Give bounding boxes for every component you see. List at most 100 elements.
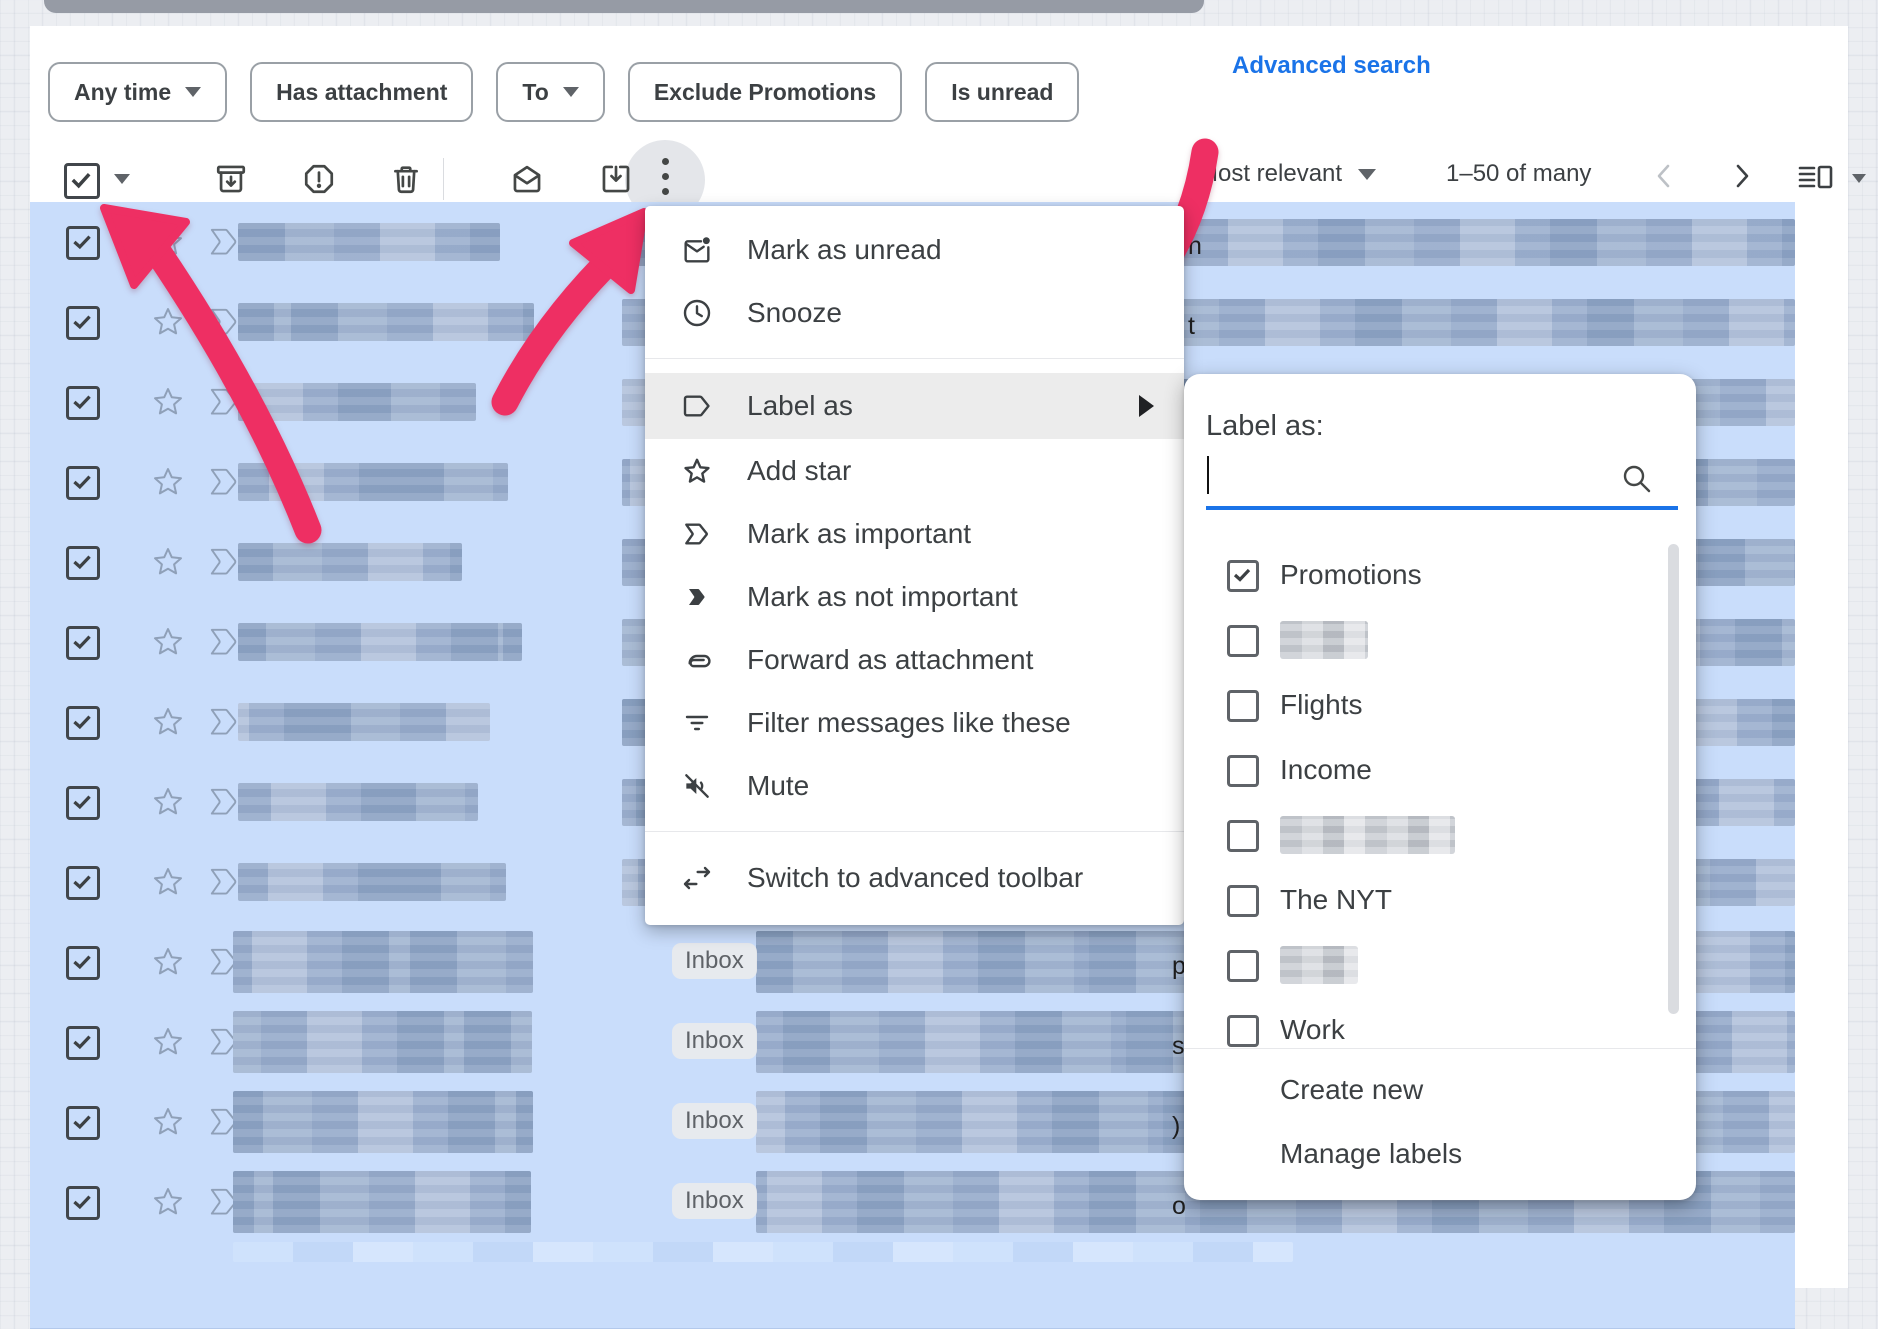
star-icon[interactable] — [148, 782, 188, 822]
more-options-button[interactable] — [661, 158, 669, 202]
menu-item-mark-as-unread[interactable]: Mark as unread — [645, 218, 1184, 281]
menu-item-mark-as-not-important[interactable]: Mark as not important — [645, 565, 1184, 628]
blurred-sender-text — [238, 703, 490, 741]
email-row-checkbox[interactable] — [66, 946, 100, 980]
menu-item-switch-to-advanced-toolbar[interactable]: Switch to advanced toolbar — [645, 846, 1184, 909]
label-option-work[interactable]: Work — [1184, 999, 1696, 1048]
menu-item-forward-as-attachment[interactable]: Forward as attachment — [645, 628, 1184, 691]
star-icon[interactable] — [148, 382, 188, 422]
menu-item-snooze[interactable]: Snooze — [645, 281, 1184, 344]
filter-chip-is-unread[interactable]: Is unread — [925, 62, 1079, 122]
label-checkbox[interactable] — [1227, 560, 1259, 592]
mark-as-read-icon[interactable] — [510, 162, 544, 196]
label-option-blurred[interactable] — [1184, 934, 1696, 999]
email-row-checkbox[interactable] — [66, 1026, 100, 1060]
select-all-dropdown-icon[interactable] — [114, 174, 130, 184]
toolbar-divider — [443, 158, 444, 200]
label-option-flights[interactable]: Flights — [1184, 674, 1696, 739]
unblurred-text-fragment: n — [1188, 232, 1202, 261]
star-icon[interactable] — [148, 1102, 188, 1142]
label-checkbox[interactable] — [1227, 755, 1259, 787]
delete-icon[interactable] — [389, 162, 423, 196]
star-icon — [681, 455, 713, 487]
older-page-button[interactable] — [1724, 158, 1760, 194]
label-list: Promotions Flights Income The NYT Work — [1184, 542, 1696, 1048]
email-row-checkbox[interactable] — [66, 466, 100, 500]
split-pane-dropdown-icon[interactable] — [1852, 174, 1866, 183]
filter-chip-label: Has attachment — [276, 79, 447, 106]
label-checkbox[interactable] — [1227, 1015, 1259, 1047]
star-icon[interactable] — [148, 942, 188, 982]
filter-chip-any-time[interactable]: Any time — [48, 62, 227, 122]
email-row-checkbox[interactable] — [66, 866, 100, 900]
star-icon[interactable] — [148, 622, 188, 662]
label-name: Income — [1280, 754, 1372, 786]
menu-item-label: Snooze — [747, 297, 842, 329]
label-option-promotions[interactable]: Promotions — [1184, 544, 1696, 609]
label-checkbox[interactable] — [1227, 690, 1259, 722]
star-icon[interactable] — [148, 462, 188, 502]
menu-divider — [645, 831, 1184, 832]
menu-item-mark-as-important[interactable]: Mark as important — [645, 502, 1184, 565]
label-list-scrollbar[interactable] — [1668, 544, 1679, 1014]
filter-chip-has-attachment[interactable]: Has attachment — [250, 62, 473, 122]
email-row[interactable] — [30, 1242, 1795, 1329]
star-icon[interactable] — [148, 542, 188, 582]
menu-item-label: Mark as not important — [747, 581, 1018, 613]
blurred-sender-text — [238, 383, 476, 421]
filter-chip-exclude-promotions[interactable]: Exclude Promotions — [628, 62, 902, 122]
label-option-blurred[interactable] — [1184, 804, 1696, 869]
label-name: Flights — [1280, 689, 1362, 721]
label-checkbox[interactable] — [1227, 820, 1259, 852]
star-icon[interactable] — [148, 702, 188, 742]
email-row-checkbox[interactable] — [66, 306, 100, 340]
email-row-checkbox[interactable] — [66, 786, 100, 820]
select-all-checkbox[interactable] — [64, 163, 100, 199]
split-pane-toggle[interactable] — [1796, 160, 1836, 196]
email-row-checkbox[interactable] — [66, 546, 100, 580]
menu-item-mute[interactable]: Mute — [645, 754, 1184, 817]
label-search-input[interactable] — [1206, 450, 1678, 510]
menu-item-filter-messages-like-these[interactable]: Filter messages like these — [645, 691, 1184, 754]
unblurred-text-fragment: t — [1188, 312, 1195, 341]
panel-footer-create-new[interactable]: Create new — [1280, 1074, 1423, 1106]
star-icon[interactable] — [148, 1022, 188, 1062]
label-checkbox[interactable] — [1227, 950, 1259, 982]
label-option-the-nyt[interactable]: The NYT — [1184, 869, 1696, 934]
email-row-checkbox[interactable] — [66, 386, 100, 420]
sort-dropdown[interactable]: Most relevant — [1198, 160, 1376, 188]
advanced-search-link[interactable]: Advanced search — [1232, 52, 1431, 80]
blurred-sender-text — [233, 1091, 533, 1153]
filter-icon — [681, 707, 713, 739]
move-to-icon[interactable] — [599, 162, 633, 196]
label-checkbox[interactable] — [1227, 625, 1259, 657]
text-cursor — [1207, 456, 1209, 494]
label-option-income[interactable]: Income — [1184, 739, 1696, 804]
email-row-checkbox[interactable] — [66, 706, 100, 740]
email-row-checkbox[interactable] — [66, 626, 100, 660]
filter-chip-to[interactable]: To — [496, 62, 604, 122]
label-panel-title: Label as: — [1206, 410, 1324, 443]
email-row-checkbox[interactable] — [66, 1106, 100, 1140]
archive-icon[interactable] — [214, 162, 248, 196]
menu-item-label: Mute — [747, 770, 809, 802]
unblurred-text-fragment: ) — [1172, 1112, 1180, 1141]
blurred-sender-text — [238, 223, 500, 261]
menu-item-label-as[interactable]: Label as — [645, 373, 1184, 439]
star-icon[interactable] — [148, 862, 188, 902]
newer-page-button[interactable] — [1646, 158, 1682, 194]
star-icon[interactable] — [148, 1182, 188, 1222]
menu-item-add-star[interactable]: Add star — [645, 439, 1184, 502]
report-spam-icon[interactable] — [302, 162, 336, 196]
star-icon[interactable] — [148, 222, 188, 262]
blurred-sender-text — [238, 303, 534, 341]
star-icon[interactable] — [148, 302, 188, 342]
submenu-arrow-icon — [1139, 395, 1154, 417]
label-checkbox[interactable] — [1227, 885, 1259, 917]
sort-label: Most relevant — [1198, 160, 1342, 188]
email-row-checkbox[interactable] — [66, 226, 100, 260]
label-option-blurred[interactable] — [1184, 609, 1696, 674]
email-row-checkbox[interactable] — [66, 1186, 100, 1220]
panel-footer-manage-labels[interactable]: Manage labels — [1280, 1138, 1462, 1170]
blurred-text — [233, 1242, 1293, 1262]
